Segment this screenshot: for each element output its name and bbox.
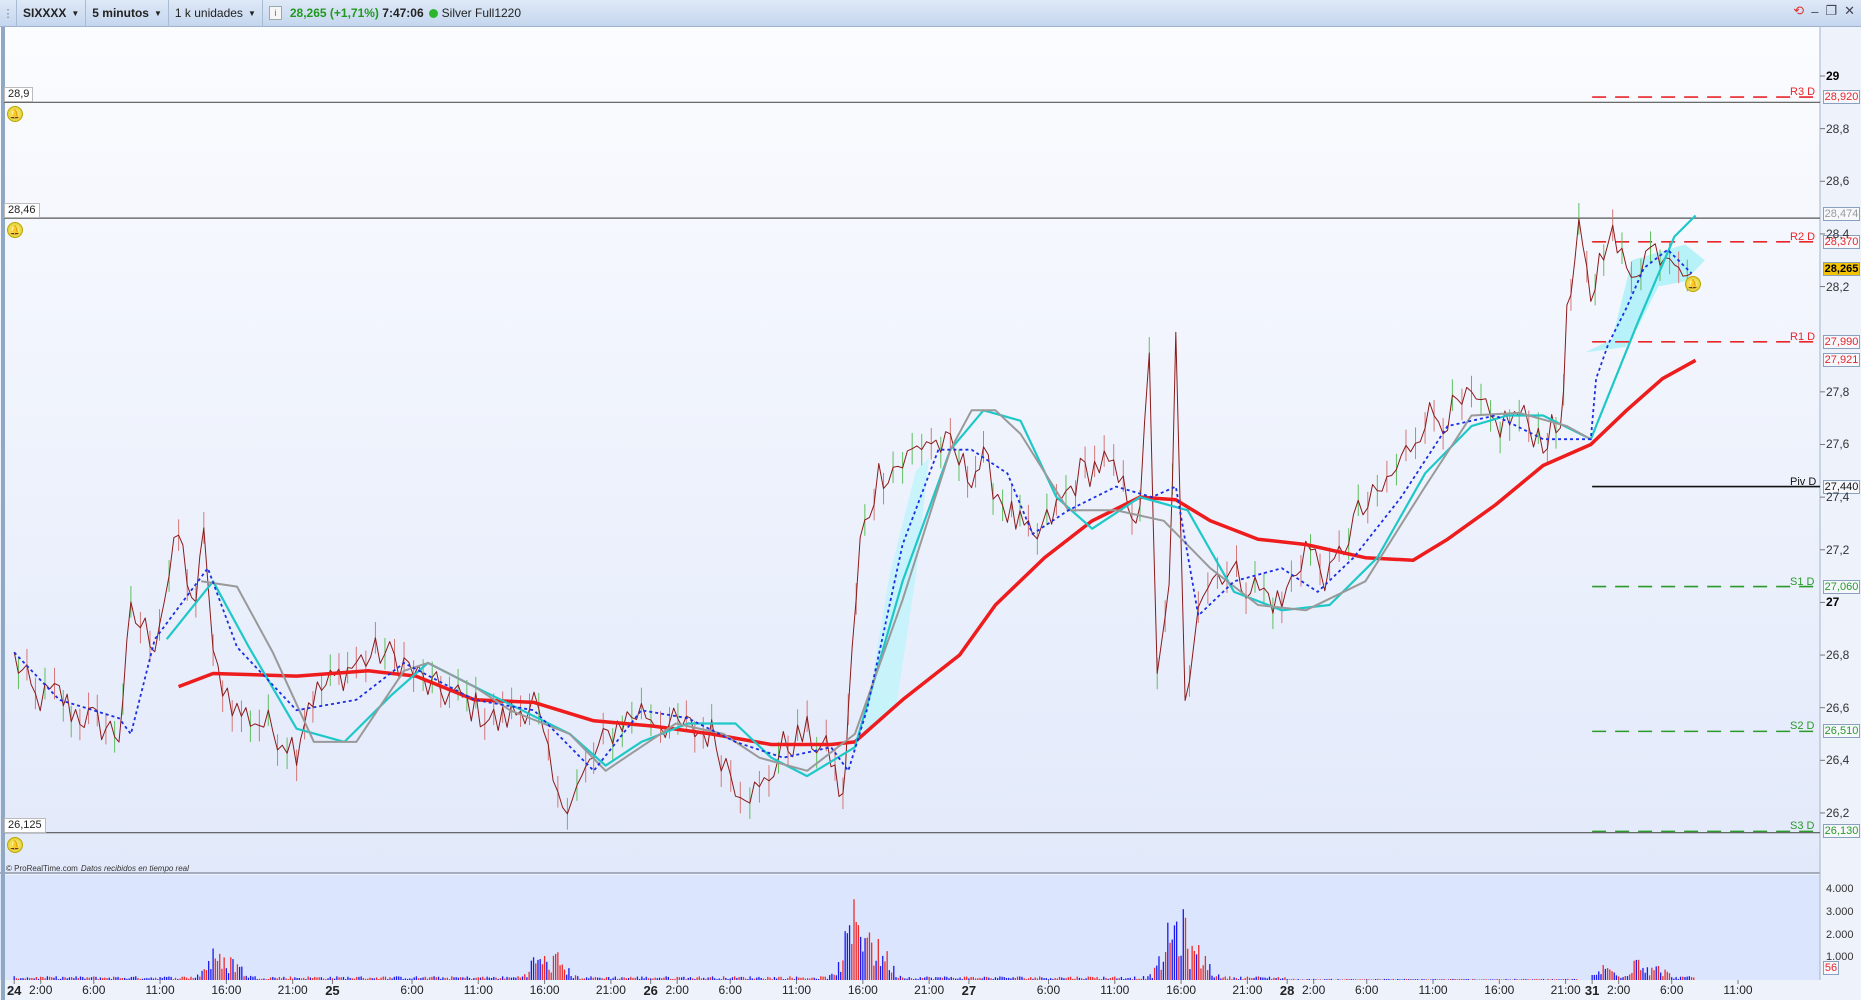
y-tick-label: 27,8 [1826, 384, 1850, 399]
pivot-name-label: Piv D [1790, 475, 1817, 488]
x-tick-label: 11:00 [463, 983, 493, 997]
x-tick-label: 26 [643, 983, 658, 998]
alert-level-label[interactable]: 26,125 [4, 817, 46, 833]
y-tick-label: 29 [1826, 69, 1840, 83]
alert-level-label[interactable]: 28,9 [4, 87, 34, 103]
x-tick-label: 2:00 [1606, 983, 1631, 997]
price-chart[interactable] [0, 27, 1861, 1000]
x-tick-label: 27 [961, 983, 977, 998]
symbol-selector[interactable]: SIXXXX ▼ [17, 0, 87, 26]
x-tick-label: 6:00 [1036, 983, 1061, 997]
x-tick-label: 11:00 [1418, 983, 1448, 997]
pivot-name-label: R2 D [1790, 230, 1816, 243]
y-tick-label: 26,6 [1826, 700, 1850, 715]
x-tick-label: 21:00 [1550, 983, 1581, 997]
y-tick-label: 27,4 [1826, 490, 1850, 505]
restore-icon[interactable]: ❐ [1825, 3, 1837, 19]
volume-panel [0, 875, 1820, 980]
bell-icon[interactable]: 🔔 [1684, 276, 1701, 293]
value-tag: 28,265 [1823, 262, 1860, 277]
credit-note: Datos recibidos en tiempo real [80, 864, 189, 873]
pivot-value-tag: 27,060 [1823, 579, 1860, 594]
info-icon[interactable]: i [268, 6, 282, 20]
minimize-icon[interactable]: – [1811, 4, 1818, 19]
y-tick-label: 28,6 [1826, 174, 1850, 189]
x-tick-label: 21:00 [1232, 983, 1263, 997]
chevron-down-icon: ▼ [71, 8, 80, 18]
pivot-value-tag: 27,990 [1823, 334, 1860, 349]
x-tick-label: 16:00 [211, 983, 242, 997]
x-tick-label: 2:00 [665, 983, 689, 997]
chevron-down-icon: ▼ [153, 8, 162, 18]
x-tick-label: 16:00 [529, 983, 560, 997]
bell-icon[interactable]: 🔔 [7, 836, 23, 853]
volume-tick-label: 4.000 [1826, 883, 1854, 895]
y-tick-label: 26,2 [1826, 805, 1850, 820]
x-tick-label: 6:00 [1660, 983, 1684, 997]
y-tick-label: 26,8 [1826, 648, 1850, 663]
x-tick-label: 16:00 [1484, 983, 1515, 997]
credit-site: © ProRealTime.com [6, 864, 78, 873]
value-tag: 28,474 [1823, 207, 1860, 222]
x-tick-label: 6:00 [1355, 983, 1379, 997]
pivot-name-label: S3 D [1790, 820, 1815, 833]
pivot-name-label: R3 D [1790, 86, 1816, 99]
x-tick-label: 21:00 [595, 983, 626, 997]
chart-toolbar: ⋮ SIXXXX ▼ 5 minutos ▼ 1 k unidades ▼ i 28,… [0, 0, 1861, 27]
y-tick-label: 28,2 [1826, 279, 1850, 294]
units-selector[interactable]: 1 k unidades ▼ [169, 0, 263, 26]
pivot-value-tag: 26,510 [1823, 724, 1860, 739]
x-tick-label: 24 [6, 983, 22, 998]
y-tick-label: 28,8 [1826, 121, 1850, 136]
y-tick-label: 28,4 [1826, 226, 1850, 241]
pivot-name-label: S1 D [1790, 575, 1815, 588]
account-label: Silver Full1220 [441, 6, 522, 20]
pivot-name-label: S2 D [1790, 720, 1815, 733]
x-tick-label: 21:00 [277, 983, 308, 997]
alert-level-label[interactable]: 28,46 [4, 203, 40, 219]
pivot-value-tag: 26,130 [1823, 824, 1860, 839]
x-tick-label: 16:00 [1166, 983, 1197, 997]
x-tick-label: 11:00 [145, 983, 175, 997]
x-tick-label: 2:00 [29, 983, 53, 997]
drag-handle-icon[interactable]: ⋮ [0, 0, 17, 26]
volume-tick-label: 3.000 [1826, 905, 1854, 918]
x-tick-label: 21:00 [914, 983, 945, 997]
x-tick-label: 6:00 [82, 983, 106, 997]
x-tick-label: 16:00 [847, 983, 878, 997]
y-tick-label: 27 [1826, 595, 1840, 610]
pivot-value-tag: 28,920 [1823, 90, 1860, 105]
quote-time: 7:47:06 [382, 6, 424, 20]
chevron-down-icon: ▼ [247, 8, 256, 18]
quote-info: i 28,265 (+1,71%) 7:47:06 Silver Full122… [263, 0, 527, 26]
x-tick-label: 31 [1584, 983, 1600, 998]
refresh-icon[interactable]: ⟲ [1793, 3, 1804, 19]
volume-tick-label: 2.000 [1826, 928, 1854, 941]
timeframe-selector[interactable]: 5 minutos ▼ [86, 0, 169, 26]
timeframe-label: 5 minutos [92, 6, 149, 20]
x-tick-label: 2:00 [1301, 983, 1326, 997]
x-tick-label: 11:00 [1723, 983, 1753, 997]
symbol-label: SIXXXX [23, 6, 67, 20]
pivot-name-label: R1 D [1790, 330, 1816, 343]
connection-status-icon [428, 8, 438, 18]
x-tick-label: 11:00 [781, 983, 812, 997]
x-tick-label: 6:00 [400, 983, 424, 997]
volume-last-tag: 56 [1823, 961, 1839, 975]
y-tick-label: 26,4 [1826, 753, 1850, 768]
value-tag: 27,921 [1823, 352, 1860, 367]
x-tick-label: 6:00 [718, 983, 742, 997]
x-tick-label: 11:00 [1100, 983, 1130, 997]
y-tick-label: 27,2 [1826, 542, 1850, 557]
price-change: (+1,71%) [329, 6, 379, 20]
x-tick-label: 25 [325, 983, 340, 998]
last-price: 28,265 [289, 6, 327, 20]
bell-icon[interactable]: 🔔 [7, 222, 23, 239]
x-tick-label: 28 [1279, 983, 1295, 998]
units-label: 1 k unidades [174, 6, 243, 20]
data-credit: © ProRealTime.com Datos recibidos en tiem… [6, 864, 189, 873]
close-icon[interactable]: ✕ [1844, 3, 1855, 19]
y-tick-label: 27,6 [1826, 437, 1850, 452]
